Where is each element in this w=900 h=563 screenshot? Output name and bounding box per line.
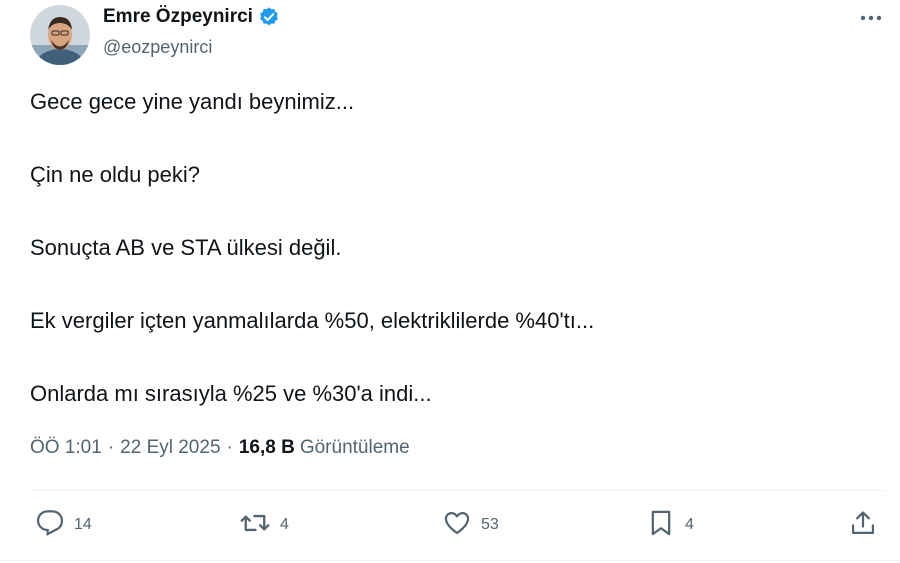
action-bar: 14 4 53 4 xyxy=(0,505,900,545)
bookmark-button[interactable]: 4 xyxy=(647,505,694,545)
tweet-line: Ek vergiler içten yanmalılarda %50, elek… xyxy=(30,308,595,333)
divider xyxy=(30,490,885,491)
retweet-button[interactable]: 4 xyxy=(240,505,289,545)
tweet-card: Emre Özpeynirci @eozpeynirci Gece gece y… xyxy=(0,0,900,563)
tweet-line: Çin ne oldu peki? xyxy=(30,162,201,187)
share-icon xyxy=(849,509,877,542)
reply-icon xyxy=(36,509,64,542)
bookmark-count: 4 xyxy=(685,516,694,533)
heart-icon xyxy=(443,509,471,542)
verified-badge-icon xyxy=(258,6,280,28)
author-name[interactable]: Emre Özpeynirci xyxy=(103,6,253,28)
meta-separator: · xyxy=(226,437,233,458)
tweet-time[interactable]: ÖÖ 1:01 xyxy=(30,437,102,459)
bookmark-icon xyxy=(647,509,675,542)
tweet-meta: ÖÖ 1:01 · 22 Eyl 2025 · 16,8 B Görüntüle… xyxy=(30,437,410,459)
like-count: 53 xyxy=(481,516,499,533)
tweet-line: Gece gece yine yandı beynimiz... xyxy=(30,89,355,114)
meta-separator: · xyxy=(107,437,115,458)
like-button[interactable]: 53 xyxy=(443,505,499,545)
more-icon[interactable] xyxy=(856,6,886,30)
reply-count: 14 xyxy=(74,516,92,533)
avatar[interactable] xyxy=(30,5,90,65)
retweet-icon xyxy=(240,509,270,542)
share-button[interactable] xyxy=(849,505,877,545)
divider xyxy=(0,560,900,561)
reply-button[interactable]: 14 xyxy=(36,505,92,545)
views-label: Görüntüleme xyxy=(299,437,410,458)
tweet-line: Onlarda mı sırasıyla %25 ve %30'a indi..… xyxy=(30,381,432,406)
author-name-row: Emre Özpeynirci xyxy=(103,6,280,28)
views-count[interactable]: 16,8 B xyxy=(239,437,295,459)
author-handle[interactable]: @eozpeynirci xyxy=(103,37,212,58)
retweet-count: 4 xyxy=(280,516,289,533)
tweet-line: Sonuçta AB ve STA ülkesi değil. xyxy=(30,235,342,260)
tweet-date[interactable]: 22 Eyl 2025 xyxy=(120,437,220,459)
